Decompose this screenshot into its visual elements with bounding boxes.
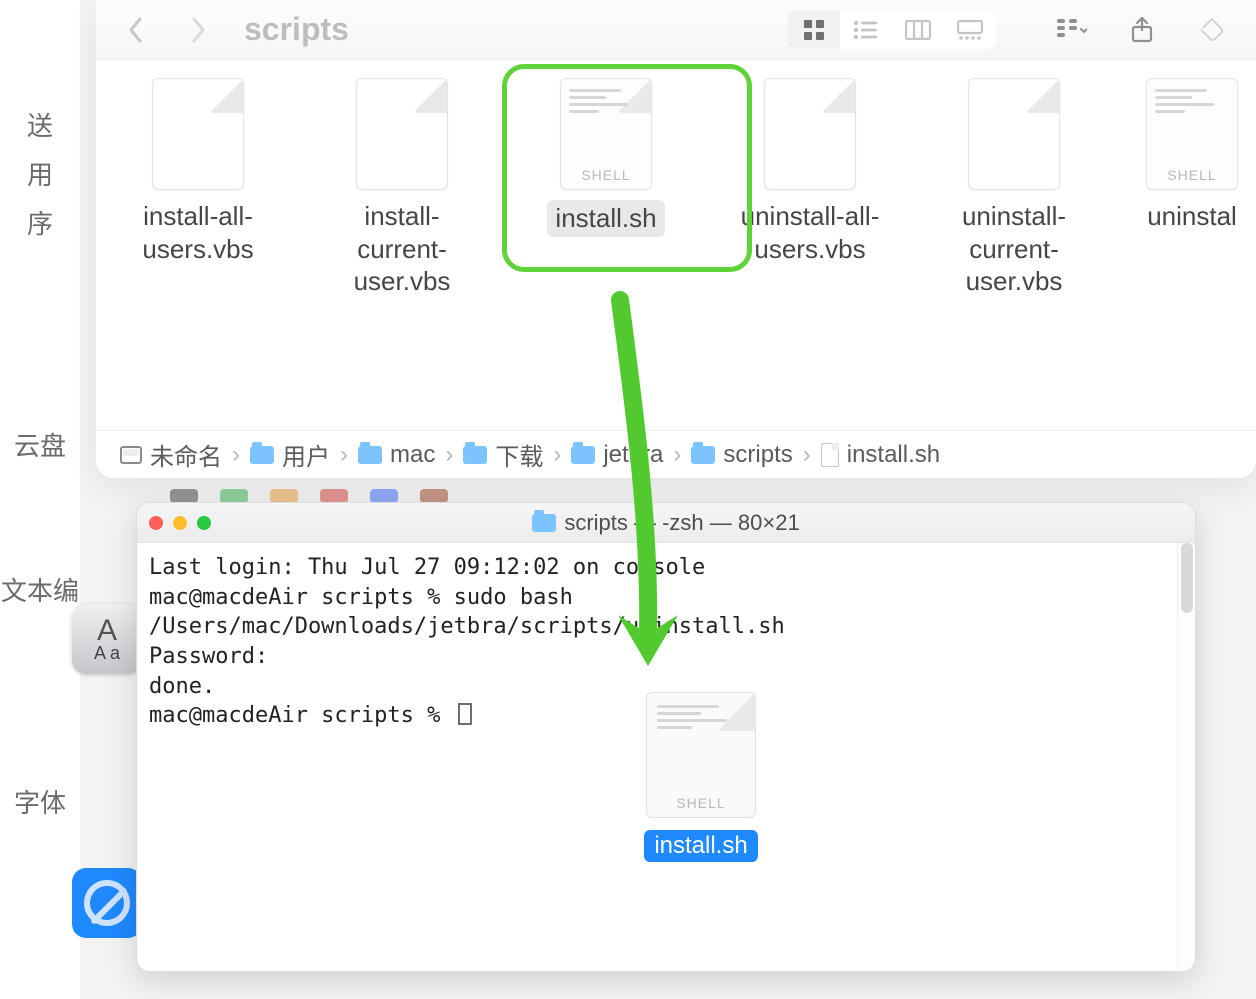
sidebar-text: 序 bbox=[0, 204, 80, 241]
shell-tag: SHELL bbox=[561, 167, 651, 183]
sidebar-text: 用 bbox=[0, 155, 80, 192]
view-gallery-button[interactable] bbox=[944, 11, 996, 49]
sidebar-text: 文本编 bbox=[0, 571, 80, 608]
forward-button[interactable] bbox=[176, 10, 220, 50]
chevron-icon: › bbox=[803, 441, 811, 469]
path-bar: 未命名 › 用户 › mac › 下载 › jetbra › scripts ›… bbox=[96, 430, 1256, 478]
file-name: install-current-user.vbs bbox=[330, 200, 474, 298]
group-by-button[interactable] bbox=[1046, 11, 1098, 49]
close-button[interactable] bbox=[149, 516, 163, 530]
scroll-thumb[interactable] bbox=[1181, 543, 1193, 613]
sidebar-text: 字体 bbox=[0, 783, 80, 820]
zoom-button[interactable] bbox=[197, 516, 211, 530]
sidebar-text: 送 bbox=[0, 106, 80, 143]
finder-toolbar: scripts bbox=[96, 0, 1256, 60]
background-app-strip bbox=[170, 489, 1216, 503]
shell-file-icon: SHELL bbox=[560, 78, 652, 190]
chevron-icon: › bbox=[445, 441, 453, 469]
folder-icon bbox=[250, 446, 274, 464]
file-icon bbox=[152, 78, 244, 190]
terminal-titlebar[interactable]: scripts — -zsh — 80×21 bbox=[137, 503, 1195, 543]
shell-tag: SHELL bbox=[647, 795, 755, 811]
chevron-icon: › bbox=[232, 441, 240, 469]
file-icon bbox=[968, 78, 1060, 190]
path-folder[interactable]: jetbra bbox=[571, 441, 663, 469]
file-item[interactable]: SHELL uninstal bbox=[1146, 78, 1238, 233]
file-icon bbox=[764, 78, 856, 190]
share-button[interactable] bbox=[1116, 11, 1168, 49]
folder-icon bbox=[691, 446, 715, 464]
folder-icon bbox=[532, 514, 556, 532]
file-item[interactable]: uninstall-current-user.vbs bbox=[942, 78, 1086, 298]
back-button[interactable] bbox=[114, 10, 158, 50]
folder-icon bbox=[358, 446, 382, 464]
view-list-button[interactable] bbox=[840, 11, 892, 49]
file-item[interactable]: install-all-users.vbs bbox=[126, 78, 270, 265]
file-name: uninstal bbox=[1146, 200, 1238, 233]
file-name: uninstall-current-user.vbs bbox=[942, 200, 1086, 298]
cursor-icon bbox=[458, 703, 472, 725]
sidebar-text: 云盘 bbox=[0, 426, 80, 463]
view-icon-button[interactable] bbox=[788, 11, 840, 49]
blocked-app-icon[interactable] bbox=[72, 868, 142, 938]
document-icon bbox=[821, 443, 839, 467]
tags-button[interactable] bbox=[1186, 11, 1238, 49]
shell-tag: SHELL bbox=[1147, 167, 1237, 183]
path-folder[interactable]: 下载 bbox=[463, 437, 543, 472]
finder-window: scripts bbox=[96, 0, 1256, 478]
chevron-icon: › bbox=[553, 441, 561, 469]
file-item[interactable]: install-current-user.vbs bbox=[330, 78, 474, 298]
view-columns-button[interactable] bbox=[892, 11, 944, 49]
shell-file-icon: SHELL bbox=[1146, 78, 1238, 190]
path-folder[interactable]: 用户 bbox=[250, 437, 330, 472]
file-name: install-all-users.vbs bbox=[126, 200, 270, 265]
font-app-icon[interactable]: AA a bbox=[72, 604, 142, 674]
path-file[interactable]: install.sh bbox=[821, 441, 940, 469]
file-name: uninstall-all-users.vbs bbox=[738, 200, 882, 265]
chevron-icon: › bbox=[673, 441, 681, 469]
file-item-selected[interactable]: SHELL install.sh bbox=[534, 78, 678, 237]
folder-icon bbox=[571, 446, 595, 464]
dragged-file-name: install.sh bbox=[644, 830, 757, 862]
window-title: scripts bbox=[244, 11, 349, 48]
finder-file-grid[interactable]: install-all-users.vbs install-current-us… bbox=[96, 60, 1256, 430]
sidebar-partial: 送 用 序 云盘 文本编 字体 bbox=[0, 0, 80, 999]
file-name: install.sh bbox=[547, 200, 664, 237]
path-folder[interactable]: scripts bbox=[691, 441, 792, 469]
folder-icon bbox=[463, 446, 487, 464]
path-disk[interactable]: 未命名 bbox=[120, 437, 222, 472]
chevron-icon: › bbox=[340, 441, 348, 469]
path-folder[interactable]: mac bbox=[358, 441, 435, 469]
minimize-button[interactable] bbox=[173, 516, 187, 530]
terminal-title: scripts — -zsh — 80×21 bbox=[137, 510, 1195, 536]
file-icon bbox=[356, 78, 448, 190]
scrollbar[interactable] bbox=[1177, 543, 1195, 971]
shell-file-icon: SHELL bbox=[646, 692, 756, 818]
file-item[interactable]: uninstall-all-users.vbs bbox=[738, 78, 882, 265]
dragged-file: SHELL install.sh bbox=[642, 692, 760, 862]
view-mode-group bbox=[788, 11, 996, 49]
disk-icon bbox=[120, 446, 142, 464]
